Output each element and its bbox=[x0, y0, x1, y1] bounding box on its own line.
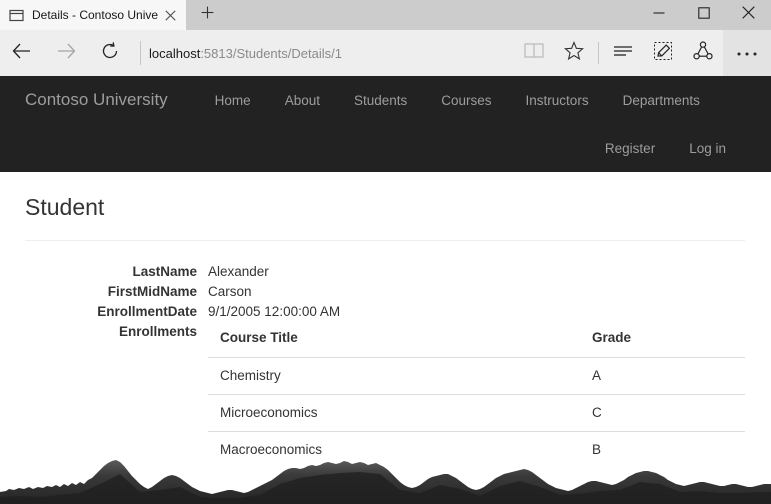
toolbar-icons bbox=[514, 30, 771, 76]
detail-label-enrollmentdate: EnrollmentDate bbox=[97, 304, 197, 319]
maximize-button[interactable] bbox=[681, 0, 726, 30]
nav-link-register[interactable]: Register bbox=[588, 141, 672, 156]
enrollments-table: Course Title Grade Chemistry A Microecon… bbox=[208, 320, 745, 468]
web-note-button[interactable] bbox=[643, 30, 683, 76]
nav-link-courses[interactable]: Courses bbox=[424, 93, 508, 108]
enrollments-table-body: Chemistry A Microeconomics C Macroeconom… bbox=[208, 357, 745, 468]
site-brand[interactable]: Contoso University bbox=[25, 90, 168, 110]
navbar-auth-row: Register Log in bbox=[0, 124, 771, 172]
browser-tab[interactable]: Details - Contoso Unive bbox=[0, 0, 186, 30]
address-bar[interactable]: localhost:5813/Students/Details/1 bbox=[149, 30, 514, 76]
navbar-primary-row: Contoso University Home About Students C… bbox=[0, 76, 771, 124]
pencil-note-icon bbox=[653, 41, 673, 66]
nav-link-about[interactable]: About bbox=[268, 93, 337, 108]
column-header-grade: Grade bbox=[580, 320, 745, 358]
tab-title: Details - Contoso Unive bbox=[32, 8, 159, 22]
detail-value-enrollments: Course Title Grade Chemistry A Microecon… bbox=[208, 320, 746, 468]
column-header-course-title: Course Title bbox=[208, 320, 580, 358]
detail-value-enrollmentdate: 9/1/2005 12:00:00 AM bbox=[208, 304, 341, 319]
url-host: localhost bbox=[149, 45, 201, 61]
star-icon bbox=[564, 40, 584, 66]
page-container: Student LastName Alexander FirstMidName … bbox=[0, 192, 771, 468]
share-icon bbox=[693, 40, 713, 66]
cell-course-title: Chemistry bbox=[208, 357, 580, 395]
detail-value-lastname: Alexander bbox=[208, 264, 269, 279]
table-header-row: Course Title Grade bbox=[208, 320, 745, 358]
share-button[interactable] bbox=[683, 30, 723, 76]
minimize-icon bbox=[653, 6, 665, 24]
minimize-button[interactable] bbox=[636, 0, 681, 30]
nav-link-departments[interactable]: Departments bbox=[606, 93, 717, 108]
hub-lines-icon bbox=[613, 43, 633, 64]
cell-course-title: Microeconomics bbox=[208, 394, 580, 432]
cell-grade: B bbox=[580, 431, 745, 468]
hub-button[interactable] bbox=[603, 30, 643, 76]
detail-row-lastname: LastName Alexander bbox=[25, 262, 746, 282]
ellipsis-icon bbox=[736, 44, 758, 62]
toolbar-separator bbox=[598, 42, 599, 64]
detail-label-enrollments: Enrollments bbox=[118, 324, 197, 339]
plus-icon bbox=[201, 6, 214, 24]
cell-course-title: Macroeconomics bbox=[208, 431, 580, 468]
nav-link-students[interactable]: Students bbox=[337, 93, 424, 108]
student-details-list: LastName Alexander FirstMidName Carson E… bbox=[25, 262, 746, 468]
title-bar-drag-area bbox=[228, 0, 636, 30]
browser-toolbar: localhost:5813/Students/Details/1 bbox=[0, 30, 771, 76]
maximize-icon bbox=[697, 6, 710, 24]
detail-row-firstmidname: FirstMidName Carson bbox=[25, 282, 746, 302]
navbar-links: Home About Students Courses Instructors … bbox=[198, 93, 717, 108]
nav-link-home[interactable]: Home bbox=[198, 93, 268, 108]
table-row: Microeconomics C bbox=[208, 394, 745, 432]
detail-label-firstmidname: FirstMidName bbox=[107, 284, 197, 299]
refresh-button[interactable] bbox=[88, 30, 132, 76]
detail-value-firstmidname: Carson bbox=[208, 284, 252, 299]
window-close-button[interactable] bbox=[726, 0, 771, 30]
detail-row-enrollments: Enrollments Course Title Grade Chemistry… bbox=[25, 320, 746, 468]
refresh-icon bbox=[100, 41, 120, 66]
close-icon[interactable] bbox=[160, 5, 180, 25]
table-row: Chemistry A bbox=[208, 357, 745, 395]
book-icon bbox=[524, 42, 544, 65]
window-controls bbox=[636, 0, 771, 30]
new-tab-button[interactable] bbox=[186, 0, 228, 30]
cell-grade: A bbox=[580, 357, 745, 395]
site-navbar: Contoso University Home About Students C… bbox=[0, 76, 771, 172]
page-title: Student bbox=[25, 194, 105, 220]
back-arrow-icon bbox=[11, 40, 33, 67]
nav-link-login[interactable]: Log in bbox=[672, 141, 743, 156]
reading-view-button[interactable] bbox=[514, 30, 554, 76]
forward-arrow-icon bbox=[55, 40, 77, 67]
browser-window: Details - Contoso Unive localhost:5813/… bbox=[0, 0, 771, 504]
forward-button[interactable] bbox=[44, 30, 88, 76]
title-bar: Details - Contoso Unive bbox=[0, 0, 771, 30]
favorites-button[interactable] bbox=[554, 30, 594, 76]
back-button[interactable] bbox=[0, 30, 44, 76]
page-outline-icon bbox=[9, 8, 24, 23]
table-row: Macroeconomics B bbox=[208, 431, 745, 468]
detail-label-lastname: LastName bbox=[132, 264, 197, 279]
detail-row-enrollmentdate: EnrollmentDate 9/1/2005 12:00:00 AM bbox=[25, 302, 746, 322]
web-page-content: Contoso University Home About Students C… bbox=[0, 76, 771, 504]
nav-link-instructors[interactable]: Instructors bbox=[509, 93, 606, 108]
cell-grade: C bbox=[580, 394, 745, 432]
more-button[interactable] bbox=[723, 30, 771, 76]
window-close-icon bbox=[742, 6, 755, 24]
address-separator bbox=[140, 41, 141, 65]
title-divider bbox=[25, 240, 745, 241]
enrollments-table-head: Course Title Grade bbox=[208, 320, 745, 358]
url-path: :5813/Students/Details/1 bbox=[200, 45, 342, 61]
